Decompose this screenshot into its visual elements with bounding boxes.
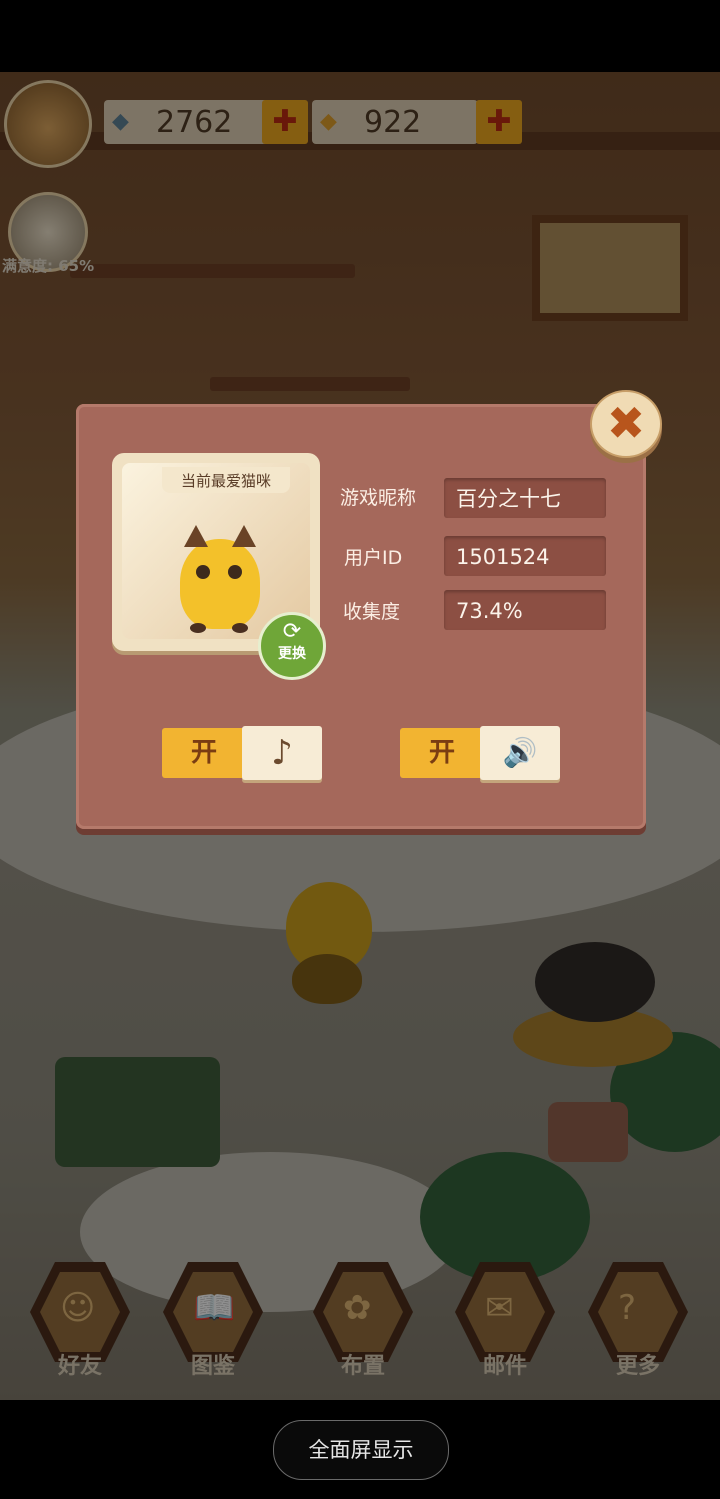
user-id-field: 1501524 [444, 536, 606, 576]
speaker-icon: 🔊 [480, 726, 560, 780]
music-toggle[interactable]: 开 ♪ [162, 726, 322, 780]
swap-cat-button[interactable]: ⟳ 更换 [258, 612, 326, 680]
nickname-field[interactable]: 百分之十七 [444, 478, 606, 518]
close-button[interactable]: ✖ [590, 390, 662, 458]
music-toggle-state: 开 [162, 728, 246, 778]
nickname-label: 游戏昵称 [340, 487, 417, 509]
collection-label: 收集度 [343, 601, 401, 623]
favorite-cat-title: 当前最爱猫咪 [162, 467, 290, 493]
refresh-icon: ⟳ [282, 619, 302, 644]
fullscreen-button[interactable]: 全面屏显示 [273, 1420, 449, 1480]
sound-toggle[interactable]: 开 🔊 [400, 726, 560, 780]
music-note-icon: ♪ [242, 726, 322, 780]
user-id-label: 用户ID [344, 547, 403, 569]
swap-label: 更换 [278, 646, 306, 662]
collection-field: 73.4% [444, 590, 606, 630]
sound-toggle-state: 开 [400, 728, 484, 778]
favorite-cat-image [180, 525, 260, 633]
